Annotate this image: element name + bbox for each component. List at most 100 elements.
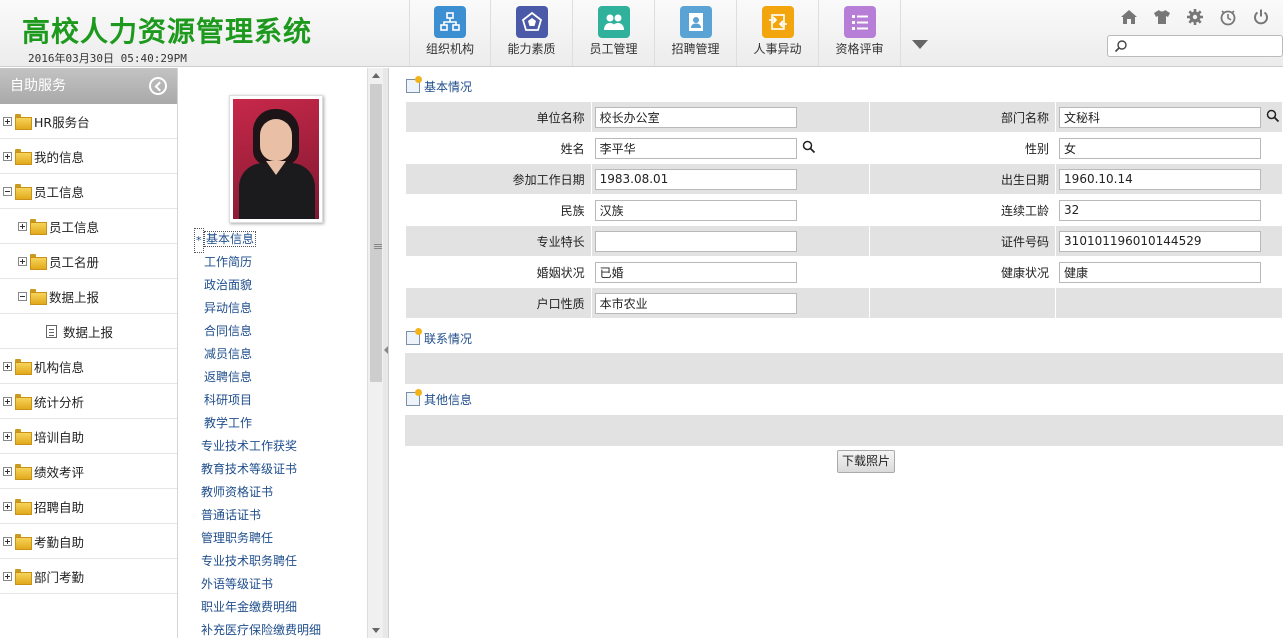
info-menu-item[interactable]: 职业年金缴费明细 (183, 596, 367, 619)
nav-competency[interactable]: 能力素质 (491, 0, 573, 66)
scroll-up-arrow-icon[interactable] (372, 73, 380, 78)
field-input[interactable] (594, 199, 797, 221)
panel-splitter[interactable] (383, 68, 389, 638)
nav-org-structure[interactable]: 组织机构 (409, 0, 491, 66)
expand-icon[interactable] (3, 396, 12, 406)
field-input[interactable] (594, 137, 797, 159)
info-menu-item[interactable]: 政治面貌 (183, 274, 367, 297)
field-label: 部门名称 (869, 101, 1057, 133)
expand-icon[interactable] (3, 361, 12, 371)
scrollbar-thumb[interactable] (370, 84, 382, 382)
field-input[interactable] (594, 106, 797, 128)
expand-icon[interactable] (3, 431, 12, 441)
sidebar-tree-item[interactable]: 员工名册 (0, 244, 177, 279)
power-icon[interactable] (1250, 6, 1272, 28)
document-icon (46, 324, 57, 338)
info-menu-label: 基本信息 (204, 231, 257, 247)
sidebar-tree-item[interactable]: 员工信息 (0, 174, 177, 209)
download-photo-button[interactable]: 下载照片 (837, 450, 895, 473)
field-input[interactable] (1059, 230, 1262, 252)
field-input[interactable] (594, 230, 797, 252)
info-menu-item[interactable]: 普通话证书 (183, 504, 367, 527)
header-search[interactable] (1107, 35, 1283, 57)
nav-personnel-changes[interactable]: 人事异动 (737, 0, 819, 66)
info-menu-item[interactable]: 补充医疗保险缴费明细 (183, 619, 367, 642)
info-menu-item[interactable]: 专业技术职务聘任 (183, 550, 367, 573)
section-title: 联系情况 (424, 331, 473, 346)
field-input[interactable] (594, 292, 797, 314)
basic-info-form: 单位名称 部门名称姓名 性别参加工作日期 出生日期民族 连续工龄专业特长 证件号码婚姻状况… (405, 101, 1283, 319)
info-menu-item[interactable]: 科研项目 (183, 389, 367, 412)
info-menu-item[interactable]: * 基本信息 (183, 228, 367, 253)
info-menu-item[interactable]: 管理职务聘任 (183, 527, 367, 550)
expand-icon[interactable] (3, 151, 12, 161)
field-input[interactable] (1059, 168, 1262, 190)
lookup-search-icon[interactable] (802, 140, 816, 157)
expand-icon[interactable] (18, 221, 27, 231)
folder-icon (15, 429, 32, 445)
menu-scrollbar[interactable] (367, 68, 383, 638)
sidebar-item-label: 数据上报 (63, 324, 114, 340)
sidebar-tree-item[interactable]: 招聘自助 (0, 489, 177, 524)
field-input[interactable] (1059, 137, 1262, 159)
info-menu-item[interactable]: 合同信息 (183, 320, 367, 343)
sidebar-tree-item[interactable]: HR服务台 (0, 104, 177, 139)
sidebar-tree-item[interactable]: 培训自助 (0, 419, 177, 454)
sidebar-tree-item[interactable]: 部门考勤 (0, 559, 177, 594)
expand-icon[interactable] (18, 256, 27, 266)
sidebar-item-label: 我的信息 (34, 149, 85, 165)
info-menu-item[interactable]: 外语等级证书 (183, 573, 367, 596)
home-icon[interactable] (1118, 6, 1140, 28)
sidebar-tree-item[interactable]: 绩效考评 (0, 454, 177, 489)
sidebar-tree-item[interactable]: 我的信息 (0, 139, 177, 174)
field-input[interactable] (1059, 261, 1262, 283)
folder-icon (15, 394, 32, 410)
nav-more-dropdown[interactable] (912, 40, 928, 49)
info-menu-item[interactable]: 教育技术等级证书 (183, 458, 367, 481)
sidebar-item-label: 数据上报 (49, 289, 100, 305)
expand-icon[interactable] (3, 536, 12, 546)
transfer-icon (761, 6, 794, 38)
sidebar-item-label: 员工名册 (49, 254, 100, 270)
nav-employee-management[interactable]: 员工管理 (573, 0, 655, 66)
expand-icon[interactable] (3, 501, 12, 511)
sidebar-tree-item[interactable]: 员工信息 (0, 209, 177, 244)
field-input[interactable] (1059, 106, 1262, 128)
sidebar-tree-item[interactable]: 机构信息 (0, 349, 177, 384)
employee-detail-content: 基本情况 单位名称 部门名称姓名 性别参加工作日期 出生日期民族 连续工龄专业特长 证件号… (390, 68, 1283, 638)
info-menu-item[interactable]: 工作简历 (183, 251, 367, 274)
expand-icon[interactable] (3, 116, 12, 126)
info-menu-item[interactable]: 专业技术工作获奖 (183, 435, 367, 458)
expand-icon[interactable] (3, 466, 12, 476)
expand-icon[interactable] (3, 571, 12, 581)
info-menu-item[interactable]: 教学工作 (183, 412, 367, 435)
info-menu-item[interactable]: 减员信息 (183, 343, 367, 366)
sidebar-tree-item[interactable]: 统计分析 (0, 384, 177, 419)
field-input[interactable] (1059, 199, 1262, 221)
scroll-down-arrow-icon[interactable] (372, 628, 380, 633)
info-menu-item[interactable]: 异动信息 (183, 297, 367, 320)
gear-icon[interactable] (1184, 6, 1206, 28)
collapse-sidebar-icon[interactable] (149, 77, 167, 95)
self-service-sidebar: 自助服务 HR服务台 我的信息 员工信息 员工信息 员工名册 数据上报 数据上报 机构信息 统计… (0, 68, 178, 638)
field-input[interactable] (594, 261, 797, 283)
field-label: 户口性质 (405, 287, 592, 319)
collapse-icon[interactable] (3, 186, 12, 196)
section-icon (406, 389, 422, 406)
nav-qualification-review[interactable]: 资格评审 (819, 0, 901, 66)
sidebar-tree-item[interactable]: 数据上报 (0, 279, 177, 314)
info-menu-label: 职业年金缴费明细 (201, 600, 298, 614)
field-value-cell (590, 163, 871, 195)
search-input[interactable] (1132, 38, 1280, 54)
shirt-icon[interactable] (1151, 6, 1173, 28)
info-menu-item[interactable]: 返聘信息 (183, 366, 367, 389)
clock-icon[interactable] (1217, 6, 1239, 28)
collapse-arrow-icon[interactable] (384, 346, 388, 354)
lookup-search-icon[interactable] (1266, 109, 1280, 126)
sidebar-tree-item[interactable]: 考勤自助 (0, 524, 177, 559)
nav-recruitment[interactable]: 招聘管理 (655, 0, 737, 66)
info-menu-item[interactable]: 教师资格证书 (183, 481, 367, 504)
collapse-icon[interactable] (18, 291, 27, 301)
sidebar-tree-item[interactable]: 数据上报 (0, 314, 177, 349)
field-input[interactable] (594, 168, 797, 190)
